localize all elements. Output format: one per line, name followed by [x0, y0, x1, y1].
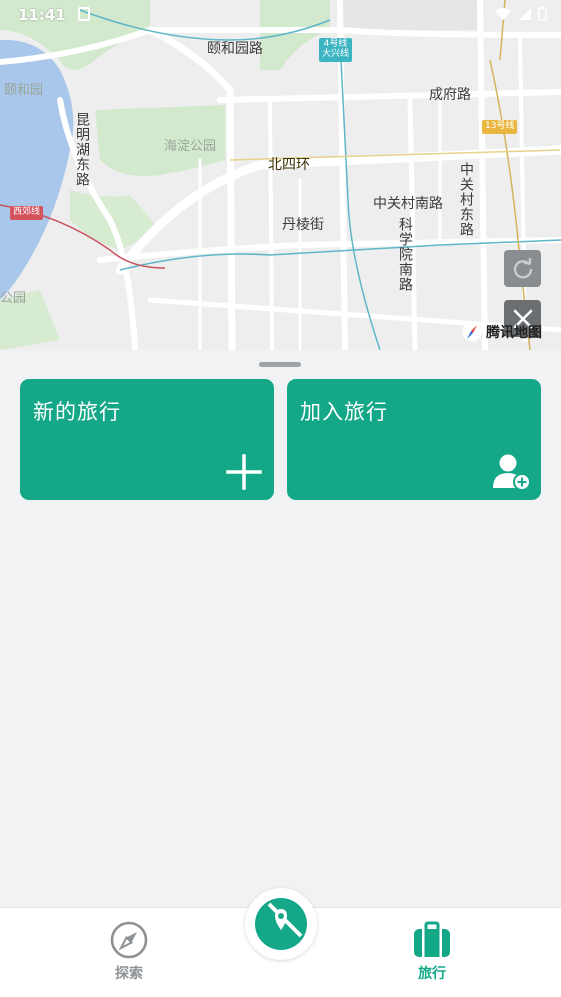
center-map-button[interactable] [245, 888, 317, 960]
map-label-yiheyuan-road: 颐和园路 [207, 41, 263, 57]
compass-icon [110, 921, 148, 959]
wifi-icon [494, 6, 512, 25]
tab-explore[interactable]: 探索 [69, 908, 189, 997]
tab-trip[interactable]: 旅行 [372, 908, 492, 997]
new-trip-card[interactable]: 新的旅行 [20, 379, 274, 500]
status-bar: 11:41 [0, 0, 561, 30]
metro-badge-line13: 13号线 [482, 120, 518, 134]
tab-trip-label: 旅行 [418, 966, 446, 982]
map-label-haidian-park: 海淀公园 [164, 139, 217, 154]
map-view[interactable]: 颐和园路 颐和园 成府路 昆明湖东路 海淀公园 北四环 中关村南路 中关村东路 … [0, 0, 561, 350]
status-time: 11:41 [18, 6, 66, 24]
map-label-kexueyuan-south-road: 科学院南路 [397, 217, 413, 292]
map-provider-logo: 腾讯地图 [462, 322, 542, 342]
notification-icon [78, 7, 90, 21]
new-trip-title: 新的旅行 [33, 400, 121, 424]
map-label-danleng-street: 丹棱街 [282, 217, 324, 233]
map-label-zhongguancun-east-road: 中关村东路 [458, 162, 474, 237]
metro-badge-xijiao: 西郊线 [10, 206, 44, 220]
metro-line4-sub-label: 大兴线 [322, 48, 350, 59]
battery-icon [538, 6, 547, 25]
map-pin-icon [255, 898, 307, 950]
join-trip-card[interactable]: 加入旅行 [287, 379, 541, 500]
map-label-kunming-lake-east-road: 昆明湖东路 [74, 112, 90, 187]
bottom-sheet: 新的旅行 加入旅行 [0, 350, 561, 907]
map-label-zhongguancun-south-road: 中关村南路 [373, 196, 443, 212]
map-label-north-4th-ring: 北四环 [268, 157, 310, 173]
refresh-icon [513, 257, 532, 279]
compass-needle-icon [462, 322, 482, 342]
suitcase-icon [414, 921, 450, 957]
tab-explore-label: 探索 [115, 966, 143, 982]
plus-icon [226, 454, 262, 490]
add-user-icon [493, 454, 531, 491]
signal-icon [518, 6, 532, 25]
map-label-park: 公园 [0, 291, 27, 306]
sheet-drag-handle[interactable] [259, 362, 301, 367]
metro-badge-line4: 4号线 大兴线 [319, 38, 353, 62]
map-label-yiheyuan: 颐和园 [4, 83, 44, 98]
map-logo-text: 腾讯地图 [486, 325, 542, 341]
status-icons [494, 6, 547, 25]
join-trip-title: 加入旅行 [300, 400, 388, 424]
map-refresh-button[interactable] [504, 250, 541, 287]
map-label-chengfu-road: 成府路 [429, 87, 471, 103]
